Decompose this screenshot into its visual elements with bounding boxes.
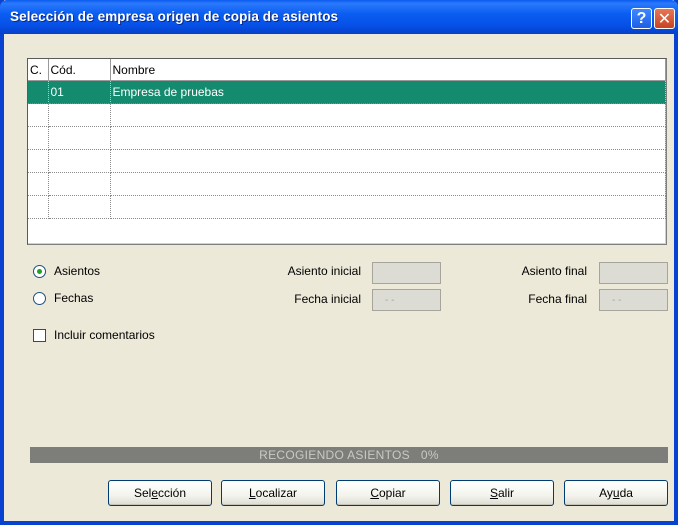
close-button[interactable]: ✕ — [654, 8, 675, 29]
column-header-cod[interactable]: Cód. — [48, 59, 111, 81]
close-icon: ✕ — [657, 10, 672, 28]
cell-nombre[interactable]: Empresa de pruebas — [110, 80, 666, 104]
cell-c[interactable] — [28, 126, 49, 150]
asiento-inicial-label: Asiento inicial — [287, 264, 361, 278]
window-title: Selección de empresa origen de copia de … — [10, 9, 339, 24]
cell-c[interactable] — [28, 149, 49, 173]
cell-nombre[interactable] — [110, 195, 666, 219]
cell-c[interactable] — [28, 80, 49, 104]
incluir-comentarios-label[interactable]: Incluir comentarios — [54, 328, 155, 342]
title-bar[interactable]: Selección de empresa origen de copia de … — [0, 0, 678, 34]
fechas-radio-label[interactable]: Fechas — [54, 291, 93, 305]
cell-nombre[interactable] — [110, 126, 666, 150]
progress-text: RECOGIENDO ASIENTOS 0% — [259, 448, 439, 462]
column-header-nombre[interactable]: Nombre — [110, 59, 666, 81]
fecha-final-label: Fecha final — [528, 292, 587, 306]
seleccion-button-label: Selección — [133, 486, 187, 500]
cell-c[interactable] — [28, 172, 49, 196]
cell-cod[interactable] — [48, 172, 111, 196]
fecha-inicial-label: Fecha inicial — [294, 292, 361, 306]
asiento-final-field[interactable] — [599, 262, 668, 284]
cell-c[interactable] — [28, 195, 49, 219]
salir-button[interactable]: Salir — [450, 480, 554, 506]
table-row[interactable]: 01 Empresa de pruebas — [28, 80, 666, 104]
table-row[interactable] — [28, 195, 666, 219]
fecha-final-field[interactable]: - - — [599, 289, 668, 311]
cell-c[interactable] — [28, 103, 49, 127]
asiento-inicial-field[interactable] — [372, 262, 441, 284]
column-header-c[interactable]: C. — [28, 59, 49, 81]
localizar-button-label: Localizar — [248, 486, 298, 500]
cell-nombre[interactable] — [110, 149, 666, 173]
grid-header-row: C. Cód. Nombre — [28, 59, 666, 81]
incluir-comentarios-checkbox[interactable] — [33, 329, 46, 342]
localizar-button[interactable]: Localizar — [221, 480, 325, 506]
question-mark-icon: ? — [636, 9, 647, 27]
ayuda-button[interactable]: Ayuda — [564, 480, 668, 506]
salir-button-label: Salir — [489, 486, 515, 500]
progress-bar: RECOGIENDO ASIENTOS 0% — [30, 447, 668, 463]
copiar-button[interactable]: Copiar — [336, 480, 440, 506]
cell-cod[interactable] — [48, 126, 111, 150]
table-row[interactable] — [28, 126, 666, 150]
seleccion-button[interactable]: Selección — [108, 480, 212, 506]
asientos-radio-label[interactable]: Asientos — [54, 264, 100, 278]
help-button[interactable]: ? — [631, 8, 652, 29]
table-row[interactable] — [28, 149, 666, 173]
cell-cod[interactable] — [48, 195, 111, 219]
table-row[interactable] — [28, 103, 666, 127]
ayuda-button-label: Ayuda — [599, 486, 633, 500]
cell-cod[interactable] — [48, 103, 111, 127]
copiar-button-label: Copiar — [370, 486, 406, 500]
asientos-radio[interactable] — [33, 265, 46, 278]
fecha-inicial-field[interactable]: - - — [372, 289, 441, 311]
cell-cod[interactable] — [48, 149, 111, 173]
companies-grid[interactable]: C. Cód. Nombre 01 Empresa de pruebas — [27, 58, 667, 245]
cell-nombre[interactable] — [110, 103, 666, 127]
asiento-final-label: Asiento final — [521, 264, 587, 278]
table-row[interactable] — [28, 172, 666, 196]
cell-nombre[interactable] — [110, 172, 666, 196]
fechas-radio[interactable] — [33, 292, 46, 305]
cell-cod[interactable]: 01 — [48, 80, 111, 104]
